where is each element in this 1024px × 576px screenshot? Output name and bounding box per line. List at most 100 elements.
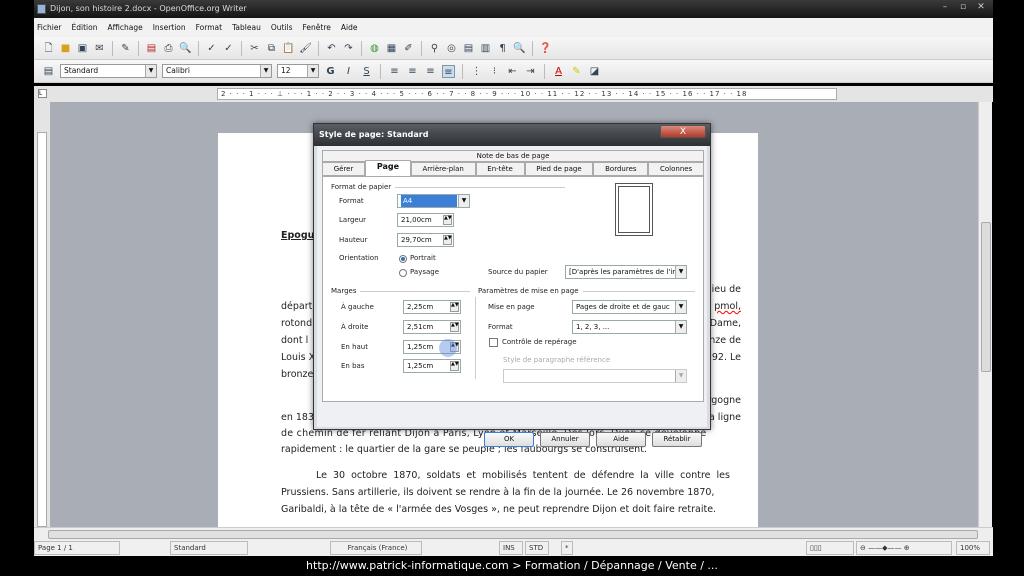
close-window-button[interactable]: ✕ — [973, 1, 989, 13]
italic-button[interactable]: I — [342, 65, 355, 78]
decrease-indent-icon[interactable]: ⇤ — [506, 65, 519, 78]
portrait-radio[interactable] — [399, 255, 407, 263]
menu-fichier[interactable]: Fichier — [37, 23, 62, 32]
paragraph-style-select[interactable]: Standard ▼ — [60, 64, 157, 78]
language[interactable]: Français (France) — [330, 541, 422, 555]
horizontal-scrollbar[interactable] — [34, 527, 993, 540]
find-icon[interactable]: ⚲ — [428, 42, 441, 55]
tab-stop-icon[interactable]: L — [38, 89, 47, 98]
spin-icon[interactable]: ▲▼ — [450, 361, 459, 371]
zoom-level[interactable]: 100% — [956, 541, 990, 555]
align-right-icon[interactable]: ≡ — [424, 65, 437, 78]
help-button[interactable]: Aide — [596, 432, 646, 447]
numbering-format-select[interactable]: 1, 2, 3, ... ▼ — [572, 320, 687, 334]
email-icon[interactable]: ✉ — [93, 42, 106, 55]
ok-button[interactable]: OK — [484, 432, 534, 447]
margin-right-field[interactable]: 2,51cm ▲▼ — [403, 320, 461, 334]
tab-bordures[interactable]: Bordures — [593, 162, 649, 176]
height-field[interactable]: 29,70cm ▲▼ — [397, 233, 454, 247]
portrait-label[interactable]: Portrait — [410, 254, 436, 262]
print-preview-icon[interactable]: 🔍 — [179, 42, 192, 55]
margin-left-field[interactable]: 2,25cm ▲▼ — [403, 300, 461, 314]
insert-mode[interactable]: INS — [499, 541, 523, 555]
landscape-radio[interactable] — [399, 269, 407, 277]
page-layout-select[interactable]: Pages de droite et de gauc ▼ — [572, 300, 687, 314]
format-select[interactable]: A4 ▼ — [397, 194, 470, 208]
cut-icon[interactable]: ✂ — [248, 42, 261, 55]
tab-pied-de-page[interactable]: Pied de page — [524, 162, 594, 176]
menu-outils[interactable]: Outils — [271, 23, 293, 32]
autospell-icon[interactable]: ✓ — [222, 42, 235, 55]
gallery-icon[interactable]: ▤ — [462, 42, 475, 55]
spin-icon[interactable]: ▲▼ — [450, 302, 459, 312]
register-label[interactable]: Contrôle de repérage — [502, 338, 577, 346]
formatting-marks-icon[interactable]: ¶ — [496, 42, 509, 55]
justify-icon[interactable]: ≡ — [442, 64, 455, 78]
view-layout-icons[interactable]: ▯▯▯ — [806, 541, 854, 555]
align-left-icon[interactable]: ≡ — [388, 65, 401, 78]
margin-bottom-field[interactable]: 1,25cm ▲▼ — [403, 359, 461, 373]
undo-icon[interactable]: ↶ — [325, 42, 338, 55]
register-checkbox[interactable] — [489, 338, 498, 347]
spin-icon[interactable]: ▲▼ — [450, 322, 459, 332]
maximize-button[interactable]: ▫ — [955, 1, 971, 13]
tab-en-tete[interactable]: En-tête — [475, 162, 525, 176]
paste-icon[interactable]: 📋 — [282, 42, 295, 55]
numbering-icon[interactable]: ⋮ — [470, 65, 483, 78]
page-style[interactable]: Standard — [170, 541, 248, 555]
zoom-slider[interactable]: ⊖ ——◆—— ⊕ — [856, 541, 952, 555]
format-paintbrush-icon[interactable]: 🖌 — [299, 42, 312, 55]
scroll-thumb[interactable] — [48, 530, 978, 539]
underline-button[interactable]: S — [360, 65, 373, 78]
vertical-scrollbar[interactable] — [978, 102, 992, 527]
pdf-icon[interactable]: ▤ — [145, 42, 158, 55]
bold-button[interactable]: G — [324, 65, 337, 78]
background-color-icon[interactable]: ◪ — [588, 65, 601, 78]
help-icon[interactable]: ❓ — [539, 42, 552, 55]
table-icon[interactable]: ▦ — [385, 42, 398, 55]
tab-page[interactable]: Page — [365, 160, 411, 176]
width-field[interactable]: 21,00cm ▲▼ — [397, 213, 454, 227]
styles-icon[interactable]: ▤ — [42, 65, 55, 78]
menu-edition[interactable]: Édition — [72, 23, 98, 32]
dialog-close-button[interactable]: X — [660, 125, 706, 138]
selection-mode[interactable]: STD — [525, 541, 549, 555]
menu-tableau[interactable]: Tableau — [232, 23, 261, 32]
redo-icon[interactable]: ↷ — [342, 42, 355, 55]
landscape-label[interactable]: Paysage — [410, 268, 439, 276]
edit-mode-icon[interactable]: ✎ — [119, 42, 132, 55]
tab-colonnes[interactable]: Colonnes — [648, 162, 704, 176]
print-icon[interactable]: ⎙ — [162, 42, 175, 55]
menu-aide[interactable]: Aide — [341, 23, 358, 32]
tab-gerer[interactable]: Gérer — [322, 162, 366, 176]
zoom-icon[interactable]: 🔍 — [513, 42, 526, 55]
menu-affichage[interactable]: Affichage — [107, 23, 142, 32]
font-name-select[interactable]: Calibri ▼ — [162, 64, 272, 78]
menu-fenetre[interactable]: Fenêtre — [303, 23, 331, 32]
font-size-select[interactable]: 12 ▼ — [277, 64, 319, 78]
save-icon[interactable]: ▣ — [76, 42, 89, 55]
bullets-icon[interactable]: ⁝ — [488, 65, 501, 78]
copy-icon[interactable]: ⧉ — [265, 42, 278, 55]
minimize-button[interactable]: – — [937, 1, 953, 13]
highlight-icon[interactable]: ✎ — [570, 65, 583, 78]
navigator-icon[interactable]: ◎ — [445, 42, 458, 55]
paper-source-select[interactable]: [D'après les paramètres de l'ir ▼ — [565, 265, 687, 279]
vertical-ruler[interactable] — [34, 102, 50, 527]
align-center-icon[interactable]: ≡ — [406, 65, 419, 78]
menu-format[interactable]: Format — [196, 23, 222, 32]
spellcheck-icon[interactable]: ✓ — [205, 42, 218, 55]
open-icon[interactable]: ■ — [59, 42, 72, 55]
spin-icon[interactable]: ▲▼ — [443, 235, 452, 245]
horizontal-ruler[interactable]: L 2 · · · 1 · · · ⊥ · · · 1 · · 2 · · 3 … — [34, 86, 993, 102]
increase-indent-icon[interactable]: ⇥ — [524, 65, 537, 78]
draw-icon[interactable]: ✐ — [402, 42, 415, 55]
spin-icon[interactable]: ▲▼ — [443, 215, 452, 225]
new-icon[interactable]: 🗋 — [42, 42, 55, 55]
datasource-icon[interactable]: ▥ — [479, 42, 492, 55]
cancel-button[interactable]: Annuler — [540, 432, 590, 447]
reset-button[interactable]: Rétablir — [652, 432, 702, 447]
menu-insertion[interactable]: Insertion — [153, 23, 186, 32]
hyperlink-icon[interactable]: ◍ — [368, 42, 381, 55]
scroll-thumb[interactable] — [981, 222, 991, 372]
